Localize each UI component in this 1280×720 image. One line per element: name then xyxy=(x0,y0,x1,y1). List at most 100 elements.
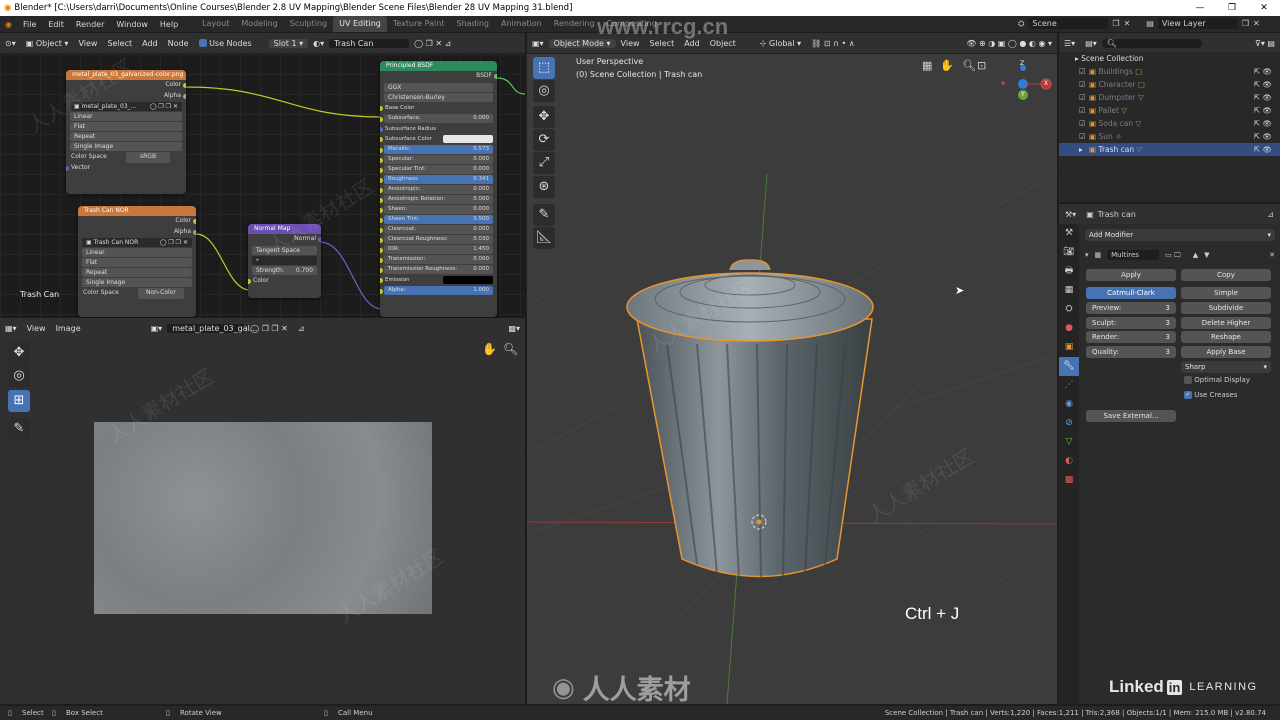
image-selector[interactable]: ▣ Trash Can NOR ◯ ❐ ❐ ✕ xyxy=(82,238,192,247)
catmull-clark-button[interactable]: Catmull-Clark xyxy=(1086,287,1176,299)
color-space-row[interactable]: Color Space sRGB xyxy=(66,152,186,163)
bsdf-input-3[interactable]: Subsurface Color xyxy=(380,134,497,144)
tab-rendering[interactable]: Rendering xyxy=(548,16,601,32)
modifier-display-icons[interactable]: ▭ 🖵︎ xyxy=(1165,251,1181,260)
tool-tab-icon[interactable]: ⚒ xyxy=(1059,224,1079,243)
image-options-icon[interactable]: ◯ ❐ ❐ ✕ xyxy=(245,324,293,333)
collapse-icon[interactable]: ▾ xyxy=(1085,251,1089,259)
delete-higher-button[interactable]: Delete Higher xyxy=(1181,317,1271,329)
move-tool-icon[interactable]: ✥ xyxy=(533,106,555,128)
image-selector[interactable]: ▣ metal_plate_03_... ◯ ❐ ❐ ✕ xyxy=(70,102,182,111)
node-title[interactable]: Normal Map xyxy=(248,224,321,234)
distribution-dropdown[interactable]: GGX xyxy=(384,82,493,92)
image-texture-node-nor[interactable]: Trash Can NOR Color Alpha ▣ Trash Can NO… xyxy=(78,206,196,317)
bsdf-input-9[interactable]: Anisotropic Rotation: 0.000 xyxy=(380,194,493,204)
color-space-value[interactable]: sRGB xyxy=(126,152,171,163)
modifier-tab-icon[interactable]: 🔧︎ xyxy=(1059,357,1079,376)
maximize-button[interactable]: ❐ xyxy=(1216,0,1248,16)
bsdf-input-14[interactable]: IOR: 1.450 xyxy=(380,244,493,254)
outliner[interactable]: ▸ Scene Collection ☑ ▣ Buildings ▢ ⇱ 👁︎ ☑ ▣ … xyxy=(1059,52,1280,202)
outliner-item[interactable]: ☑ ▣ Soda can ▽ ⇱ 👁︎ xyxy=(1059,117,1280,130)
menu-select[interactable]: Select xyxy=(102,39,137,48)
render-tab-icon[interactable]: 📷︎ xyxy=(1059,243,1079,262)
outliner-item[interactable]: ☑ ▣ Dumpster ▽ ⇱ 👁︎ xyxy=(1059,91,1280,104)
menu-node[interactable]: Node xyxy=(163,39,194,48)
apply-button[interactable]: Apply xyxy=(1086,269,1176,281)
menu-window[interactable]: Window xyxy=(110,20,154,29)
constraints-tab-icon[interactable]: ⊘ xyxy=(1059,414,1079,433)
image-texture-node-color[interactable]: metal_plate_03_galvanized-color.png Colo… xyxy=(66,70,186,194)
visibility-icon[interactable]: ⇱ 👁︎ xyxy=(1254,65,1272,78)
tab-layout[interactable]: Layout xyxy=(196,16,235,32)
optimal-display-checkbox[interactable]: Optimal Display xyxy=(1184,376,1250,384)
editor-type-icon[interactable]: ▦▾ xyxy=(0,324,22,333)
cursor-tool-icon[interactable]: ◎ xyxy=(8,365,30,387)
image-browser-icon[interactable]: ▣▾ xyxy=(146,324,168,333)
display-mode-icon[interactable]: ▤▾ xyxy=(1080,39,1102,48)
color-swatch[interactable] xyxy=(443,275,493,284)
copy-button[interactable]: Copy xyxy=(1181,269,1271,281)
tab-modeling[interactable]: Modeling xyxy=(235,16,283,32)
bsdf-input-6[interactable]: Specular Tint: 0.000 xyxy=(380,164,493,174)
bsdf-input-2[interactable]: Subsurface Radius xyxy=(380,124,497,134)
editor-type-icon[interactable]: ⊙▾ xyxy=(0,39,21,48)
material-tab-icon[interactable]: ◐ xyxy=(1059,452,1079,471)
visibility-icon[interactable]: ⇱ 👁︎ xyxy=(1254,104,1272,117)
expand-icon[interactable]: ▸ xyxy=(1079,143,1083,156)
reshape-button[interactable]: Reshape xyxy=(1181,331,1271,343)
outliner-item[interactable]: ☑ ▣ Pallet ▽ ⇱ 👁︎ xyxy=(1059,104,1280,117)
delete-scene-icon[interactable]: ✕ xyxy=(1124,19,1131,28)
blender-menu-icon[interactable]: ◉ xyxy=(0,20,17,29)
view-layer-icon[interactable]: ▤ xyxy=(1146,19,1154,28)
pan-view-icon[interactable]: ✋ xyxy=(482,342,497,356)
source-dropdown[interactable]: Single Image xyxy=(70,142,182,151)
outliner-item[interactable]: ☑ ▣ Character ▢ ⇱ 👁︎ xyxy=(1059,78,1280,91)
tab-shading[interactable]: Shading xyxy=(450,16,495,32)
view-mode-icon[interactable]: ▩▾ xyxy=(503,324,525,333)
editor-type-icon[interactable]: ⚒▾ xyxy=(1059,210,1082,219)
bsdf-input-11[interactable]: Sheen Tint: 0.500 xyxy=(380,214,493,224)
material-options-icon[interactable]: ◯ ❐ ✕ ⊿ xyxy=(409,39,456,48)
particles-tab-icon[interactable]: ⋰ xyxy=(1059,376,1079,395)
checkbox-icon[interactable]: ☑ xyxy=(1079,91,1086,104)
new-view-layer-icon[interactable]: ❐ xyxy=(1242,19,1249,28)
tab-texture-paint[interactable]: Texture Paint xyxy=(387,16,451,32)
level-field-3[interactable]: Quality: 3 xyxy=(1086,346,1176,359)
pin-icon[interactable]: ⊿ xyxy=(293,324,310,333)
editor-type-icon[interactable]: ☰▾ xyxy=(1059,39,1080,48)
search-input[interactable]: 🔍︎ xyxy=(1101,38,1202,48)
bsdf-input-8[interactable]: Anisotropic: 0.000 xyxy=(380,184,493,194)
bsdf-input-10[interactable]: Sheen: 0.000 xyxy=(380,204,493,214)
visibility-icon[interactable]: ⇱ 👁︎ xyxy=(1254,91,1272,104)
editor-type-icon[interactable]: ▣▾ xyxy=(527,39,549,48)
checkbox-icon[interactable]: ☑ xyxy=(1079,130,1086,143)
bsdf-input-4[interactable]: Metallic: 0.573 xyxy=(380,144,493,154)
image-editor[interactable]: ✥ ◎ ⊞ ✎ ✋ 🔍︎ xyxy=(0,338,525,704)
outliner-item[interactable]: ☑ ▣ Buildings ▢ ⇱ 👁︎ xyxy=(1059,65,1280,78)
3d-viewport[interactable]: Z X Y User Perspective (0) Scene Collect… xyxy=(527,54,1057,704)
menu-view[interactable]: View xyxy=(73,39,102,48)
image-name-field[interactable]: metal_plate_03_gal... xyxy=(167,323,257,333)
move-down-icon[interactable]: ▼ xyxy=(1204,251,1209,259)
save-external-button[interactable]: Save External... xyxy=(1086,410,1176,422)
sample-tool-icon[interactable]: ✥ xyxy=(8,342,30,364)
visibility-icon[interactable]: ⇱ 👁︎ xyxy=(1254,117,1272,130)
delete-view-layer-icon[interactable]: ✕ xyxy=(1253,19,1260,28)
menu-add[interactable]: Add xyxy=(137,39,163,48)
visibility-icon[interactable]: ⇱ 👁︎ xyxy=(1254,78,1272,91)
new-scene-icon[interactable]: ❐ xyxy=(1112,19,1119,28)
scene-name[interactable]: Scene xyxy=(1028,18,1109,29)
bsdf-input-0[interactable]: Base Color xyxy=(380,103,497,113)
source-dropdown[interactable]: Single Image xyxy=(82,278,192,287)
bsdf-input-15[interactable]: Transmission: 0.000 xyxy=(380,254,493,264)
scene-tab-icon[interactable]: ⛭ xyxy=(1059,300,1079,319)
uv-smooth-dropdown[interactable]: Sharp ▾ xyxy=(1181,361,1271,373)
properties-panel[interactable]: ⚒ 📷︎ 🖶︎ ▦ ⛭ ● ▣ 🔧︎ ⋰ ◉ ⊘ ▽ ◐ ▩ Add Modif… xyxy=(1059,224,1280,704)
modifier-name-field[interactable]: Multires xyxy=(1107,250,1160,260)
color-space-value[interactable]: Non-Color xyxy=(138,288,184,299)
node-editor[interactable]: metal_plate_03_galvanized-color.png Colo… xyxy=(0,54,525,317)
uv-map-field[interactable]: ⁍ xyxy=(252,255,317,265)
node-title[interactable]: metal_plate_03_galvanized-color.png xyxy=(66,70,186,80)
tab-animation[interactable]: Animation xyxy=(495,16,548,32)
menu-render[interactable]: Render xyxy=(70,20,110,29)
